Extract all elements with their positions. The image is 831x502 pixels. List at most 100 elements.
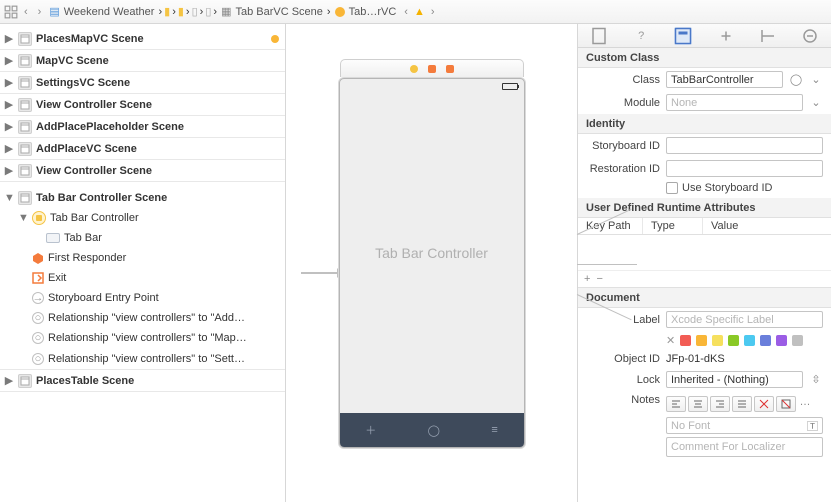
file-inspector-tab[interactable] — [590, 27, 608, 45]
add-attr-button[interactable]: + — [584, 273, 590, 285]
text-color-button[interactable] — [754, 396, 774, 412]
breadcrumb-item[interactable]: ▦ Tab BarVC Scene — [219, 5, 325, 18]
connections-inspector-tab[interactable] — [801, 27, 819, 45]
storyboard-canvas[interactable]: Tab Bar Controller ＋ ◯ ≡ — [286, 24, 577, 502]
clear-color-icon[interactable]: ✕ — [666, 334, 675, 347]
disclosure-triangle-icon[interactable]: ▼ — [18, 212, 28, 224]
first-responder-row[interactable]: First Responder — [0, 248, 285, 268]
scene-row[interactable]: ▶PlacesTable Scene — [0, 370, 285, 392]
scene-icon — [18, 191, 32, 205]
nav-forward-button[interactable]: › — [34, 6, 46, 18]
color-swatch[interactable] — [712, 335, 723, 346]
file-icon[interactable]: ▯ — [205, 5, 211, 18]
scene-icon: ▦ — [221, 5, 231, 18]
warning-icon[interactable]: ▲ — [414, 6, 425, 18]
viewcontroller-preview[interactable]: Tab Bar Controller ＋ ◯ ≡ — [339, 78, 525, 448]
color-swatch[interactable] — [776, 335, 787, 346]
runtime-attributes-table[interactable]: Key Path Type Value + − — [578, 218, 831, 288]
font-picker-icon[interactable]: 🅃 — [807, 418, 818, 434]
object-id-value: JFp-01-dKS — [666, 353, 725, 365]
disclosure-triangle-icon[interactable]: ▶ — [4, 76, 14, 89]
folder-icon[interactable]: ▮ — [164, 5, 170, 18]
scene-icon — [18, 98, 32, 112]
dropdown-icon[interactable]: ⌄ — [809, 73, 823, 86]
related-items-icon[interactable] — [4, 5, 18, 19]
scene-icon — [18, 374, 32, 388]
scene-title-bar[interactable] — [340, 59, 524, 77]
document-outline[interactable]: ▶PlacesMapVC Scene ▶MapVC Scene ▶Setting… — [0, 24, 286, 502]
breadcrumb-separator: › — [158, 6, 162, 18]
scene-row[interactable]: ▶View Controller Scene — [0, 160, 285, 182]
align-center-button[interactable] — [688, 396, 708, 412]
tabbar-row[interactable]: Tab Bar — [0, 228, 285, 248]
comment-input[interactable]: Comment For Localizer — [666, 437, 823, 457]
dropdown-icon[interactable]: ⌄ — [809, 96, 823, 109]
vc-icon — [410, 65, 418, 73]
color-swatch[interactable] — [760, 335, 771, 346]
use-storyboard-id-checkbox[interactable]: Use Storyboard ID — [578, 180, 831, 198]
status-bar — [340, 79, 524, 93]
nav-back2-button[interactable]: ‹ — [400, 6, 412, 18]
controller-row[interactable]: ▼Tab Bar Controller — [0, 208, 285, 228]
exit-icon — [32, 272, 44, 284]
breadcrumb-item[interactable]: ▤ Weekend Weather — [47, 5, 156, 18]
class-clear-icon[interactable]: ◯ — [789, 73, 803, 86]
exit-row[interactable]: Exit — [0, 268, 285, 288]
align-left-button[interactable] — [666, 396, 686, 412]
identity-inspector-tab[interactable] — [674, 27, 692, 45]
controller-icon — [335, 7, 345, 17]
color-swatch[interactable] — [728, 335, 739, 346]
segue-row[interactable]: ○Relationship "view controllers" to "Map… — [0, 328, 285, 348]
disclosure-triangle-icon[interactable]: ▶ — [4, 374, 14, 387]
scene-row[interactable]: ▶SettingsVC Scene — [0, 72, 285, 94]
nav-fwd2-button[interactable]: › — [427, 6, 439, 18]
breadcrumb-label: Tab BarVC Scene — [235, 6, 322, 18]
bg-color-button[interactable] — [776, 396, 796, 412]
color-swatch[interactable] — [792, 335, 803, 346]
remove-attr-button[interactable]: − — [596, 273, 602, 285]
size-inspector-tab[interactable] — [759, 27, 777, 45]
color-swatch[interactable] — [744, 335, 755, 346]
segue-row[interactable]: ○Relationship "view controllers" to "Set… — [0, 348, 285, 370]
tab-menu-icon: ≡ — [491, 424, 497, 436]
entry-point-row[interactable]: →Storyboard Entry Point — [0, 288, 285, 308]
color-swatch[interactable] — [696, 335, 707, 346]
attributes-inspector-tab[interactable] — [717, 27, 735, 45]
segue-row[interactable]: ○Relationship "view controllers" to "Add… — [0, 308, 285, 328]
more-icon[interactable]: … — [798, 396, 812, 412]
storyboard-id-input[interactable] — [666, 137, 823, 154]
disclosure-triangle-icon[interactable]: ▶ — [4, 164, 14, 177]
disclosure-triangle-icon[interactable]: ▶ — [4, 142, 14, 155]
doc-label-input[interactable]: Xcode Specific Label — [666, 311, 823, 328]
disclosure-triangle-icon[interactable]: ▶ — [4, 98, 14, 111]
scene-row[interactable]: ▶AddPlaceVC Scene — [0, 138, 285, 160]
scene-row[interactable]: ▶MapVC Scene — [0, 50, 285, 72]
col-value: Value — [703, 218, 831, 234]
class-input[interactable]: TabBarController — [666, 71, 783, 88]
align-justify-button[interactable] — [732, 396, 752, 412]
disclosure-triangle-icon[interactable]: ▼ — [4, 192, 14, 204]
breadcrumb-label: Tab…rVC — [349, 6, 397, 18]
module-input[interactable]: None — [666, 94, 803, 111]
checkbox-icon[interactable] — [666, 182, 678, 194]
help-inspector-tab[interactable]: ? — [632, 27, 650, 45]
lock-select[interactable]: Inherited - (Nothing) — [666, 371, 803, 388]
breadcrumb-item[interactable]: Tab…rVC — [333, 6, 399, 18]
class-field: Class TabBarController ◯ ⌄ — [578, 68, 831, 91]
restoration-id-input[interactable] — [666, 160, 823, 177]
align-right-button[interactable] — [710, 396, 730, 412]
scene-row[interactable]: ▶PlacesMapVC Scene — [0, 28, 285, 50]
color-swatch[interactable] — [680, 335, 691, 346]
scene-row-expanded[interactable]: ▼Tab Bar Controller Scene — [0, 188, 285, 208]
scene-row[interactable]: ▶View Controller Scene — [0, 94, 285, 116]
stepper-icon[interactable]: ⇳ — [809, 373, 823, 386]
folder-icon[interactable]: ▮ — [178, 5, 184, 18]
file-icon[interactable]: ▯ — [192, 5, 198, 18]
disclosure-triangle-icon[interactable]: ▶ — [4, 54, 14, 67]
scene-row[interactable]: ▶AddPlacePlaceholder Scene — [0, 116, 285, 138]
custom-class-header: Custom Class — [578, 48, 831, 68]
font-input[interactable]: No Font🅃 — [666, 417, 823, 434]
nav-back-button[interactable]: ‹ — [20, 6, 32, 18]
disclosure-triangle-icon[interactable]: ▶ — [4, 32, 14, 45]
disclosure-triangle-icon[interactable]: ▶ — [4, 120, 14, 133]
